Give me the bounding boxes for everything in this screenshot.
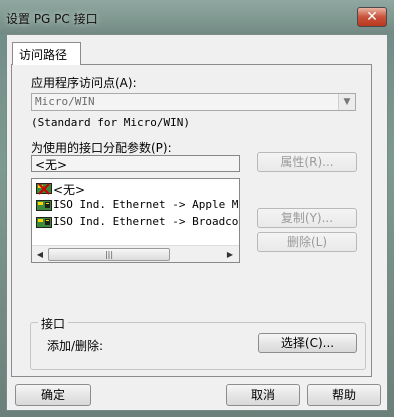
access-point-note: (Standard for Micro/WIN) bbox=[31, 116, 190, 129]
window-title: 设置 PG PC 接口 bbox=[6, 12, 98, 26]
list-item[interactable]: <无> bbox=[34, 180, 239, 197]
copy-button[interactable]: 复制(Y)... bbox=[257, 208, 357, 228]
list-item[interactable]: ISO Ind. Ethernet -> Broadcom 8 bbox=[34, 214, 239, 231]
list-item-label: <无> bbox=[53, 183, 86, 197]
close-button[interactable]: ✕ bbox=[357, 7, 387, 27]
scrollbar-thumb[interactable]: ||| bbox=[48, 248, 170, 261]
ok-button[interactable]: 确定 bbox=[15, 384, 91, 406]
interface-list[interactable]: <无> ISO Ind. Ethernet -> Apple Mobi ISO … bbox=[31, 178, 240, 263]
cancel-button[interactable]: 取消 bbox=[226, 384, 300, 406]
list-item-label: ISO Ind. Ethernet -> Broadcom 8 bbox=[53, 215, 239, 228]
ethernet-interface-icon bbox=[36, 200, 52, 211]
grip-icon: ||| bbox=[104, 250, 114, 259]
horizontal-scrollbar[interactable]: ◀ ||| ▶ bbox=[32, 245, 239, 262]
select-button[interactable]: 选择(C)... bbox=[258, 333, 357, 353]
tab-access-path[interactable]: 访问路径 bbox=[12, 42, 81, 65]
ethernet-interface-icon bbox=[36, 217, 52, 228]
list-item-label: ISO Ind. Ethernet -> Apple Mobi bbox=[53, 198, 239, 211]
access-point-value: Micro/WIN bbox=[35, 95, 95, 108]
access-point-select[interactable]: Micro/WIN ▼ bbox=[31, 93, 356, 111]
interface-param-value: <无> bbox=[35, 158, 68, 172]
delete-button[interactable]: 删除(L) bbox=[257, 232, 357, 252]
help-button[interactable]: 帮助 bbox=[307, 384, 381, 406]
access-point-label: 应用程序访问点(A): bbox=[31, 76, 137, 90]
interface-params-label: 为使用的接口分配参数(P): bbox=[31, 141, 172, 155]
none-interface-icon bbox=[36, 183, 52, 195]
list-item[interactable]: ISO Ind. Ethernet -> Apple Mobi bbox=[34, 197, 239, 214]
properties-button[interactable]: 属性(R)... bbox=[257, 152, 357, 172]
scroll-left-icon[interactable]: ◀ bbox=[34, 248, 46, 261]
interface-group-title: 接口 bbox=[38, 315, 69, 332]
chevron-down-icon[interactable]: ▼ bbox=[338, 94, 355, 110]
scroll-right-icon[interactable]: ▶ bbox=[224, 248, 236, 261]
interface-param-field: <无> bbox=[31, 155, 240, 172]
add-remove-label: 添加/删除: bbox=[47, 339, 104, 353]
